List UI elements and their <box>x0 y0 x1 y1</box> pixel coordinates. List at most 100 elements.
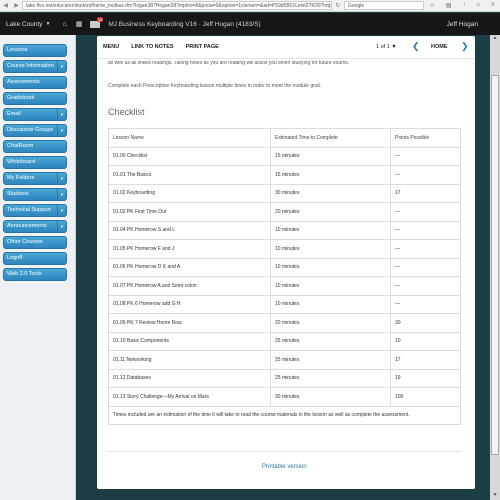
points-cell: — <box>390 220 461 240</box>
bookmark-icon[interactable]: ▤ <box>446 2 452 9</box>
points-cell: — <box>390 257 461 277</box>
link-to-notes-button[interactable]: LINK TO NOTES <box>131 44 173 50</box>
user-name[interactable]: Jeff Hogan <box>447 21 478 28</box>
back-icon[interactable]: ◀ <box>3 2 8 9</box>
printable-version-link[interactable]: Printable version <box>262 464 307 470</box>
print-page-button[interactable]: PRINT PAGE <box>186 44 219 50</box>
chevron-right-icon[interactable]: ❯ <box>461 41 469 52</box>
lesson-name: 01.02 Keyboarding <box>108 183 271 203</box>
table-row: 01.10 Basic Components 25 minutes 10 <box>108 331 461 351</box>
home-icon[interactable]: ⌂ <box>62 21 66 28</box>
sidebar-item-students[interactable]: Students ▼ <box>3 188 67 201</box>
chevron-down-icon[interactable]: ▼ <box>57 173 66 184</box>
points-cell: 19 <box>390 368 461 388</box>
sidebar-item-announcements[interactable]: Announcements ▼ <box>3 220 67 233</box>
scroll-up-icon[interactable]: ▲ <box>490 35 500 43</box>
table-row: 01.05 PK Homerow F and J 10 minutes — <box>108 239 461 259</box>
county-selector[interactable]: Lake County <box>6 21 43 28</box>
points-cell: 100 <box>390 387 461 407</box>
grid-menu-icon[interactable]: ▦ <box>76 20 83 28</box>
mail-icon[interactable]: 18 <box>90 16 104 28</box>
chevron-down-icon[interactable]: ▼ <box>57 205 66 216</box>
sidebar-item-label: Course Information <box>7 63 54 69</box>
scrollbar-thumb[interactable] <box>491 75 499 455</box>
table-row: 01.12 Databases 25 minutes 19 <box>108 368 461 388</box>
scroll-down-icon[interactable]: ▼ <box>490 492 500 500</box>
forward-icon[interactable]: ▶ <box>14 2 19 9</box>
sidebar-item-other-courses[interactable]: Other Courses <box>3 236 67 249</box>
points-cell: — <box>390 294 461 314</box>
table-row: 01.11 Networking 25 minutes 17 <box>108 350 461 370</box>
browser-search-input[interactable]: Google <box>344 1 424 10</box>
sidebar-item-label: My Folders <box>7 175 35 181</box>
sidebar-item-label: Other Courses <box>7 239 43 245</box>
time-cell: 25 minutes <box>270 368 391 388</box>
star-icon[interactable]: ☆ <box>429 2 434 9</box>
browser-tools: ☆ ▤ ↓ ⌂ ≡ <box>424 2 500 9</box>
table-row: 01.00 Checklist 15 minutes — <box>108 146 461 166</box>
sidebar-item-logoff[interactable]: Logoff <box>3 252 67 265</box>
sidebar-item-technical-support[interactable]: Technical Support ▼ <box>3 204 67 217</box>
sidebar-item-label: Lessons <box>7 47 28 53</box>
chevron-down-icon[interactable]: ▼ <box>57 221 66 232</box>
sidebar-item-chatroom[interactable]: ChatRoom <box>3 140 67 153</box>
time-cell: 10 minutes <box>270 257 391 277</box>
points-cell: — <box>390 146 461 166</box>
browser-toolbar: ◀ ▶ lake.flvs.net/educator/student/frame… <box>0 0 500 12</box>
reload-icon[interactable]: ↻ <box>332 2 344 9</box>
sidebar-item-email[interactable]: Email ▼ <box>3 108 67 121</box>
download-icon[interactable]: ↓ <box>462 2 465 9</box>
sidebar-item-discussion-groups[interactable]: Discussion Groups ▼ <box>3 124 67 137</box>
lesson-name: 01.06 PK Homerow D K and A <box>108 257 271 277</box>
table-row: 01.13 Story Challenge—My Arrival on Mars… <box>108 387 461 407</box>
time-cell: 30 minutes <box>270 183 391 203</box>
points-cell: 10 <box>390 331 461 351</box>
chevron-down-icon[interactable]: ▼ <box>57 109 66 120</box>
browser-nav: ◀ ▶ <box>0 2 22 9</box>
sidebar-item-label: Gradebook <box>7 95 35 101</box>
menu-icon[interactable]: ≡ <box>491 2 495 9</box>
sidebar-item-label: Technical Support <box>7 207 51 213</box>
chevron-down-icon[interactable]: ▼ <box>57 125 66 136</box>
chevron-down-icon[interactable]: ▼ <box>57 61 66 72</box>
time-cell: 15 minutes <box>270 165 391 185</box>
sidebar-item-label: Assessments <box>7 79 40 85</box>
sidebar-item-whiteboard[interactable]: Whiteboard <box>3 156 67 169</box>
points-cell: — <box>390 202 461 222</box>
sidebar-item-course-information[interactable]: Course Information ▼ <box>3 60 67 73</box>
address-bar[interactable]: lake.flvs.net/educator/student/frame_too… <box>22 1 332 10</box>
table-row: 01.01 The Basics 15 minutes — <box>108 165 461 185</box>
sidebar: Lessons Course Information ▼ Assessments … <box>0 35 76 500</box>
app-topbar: Lake County ▼ ⌂ ▦ 18 MJ Business Keyboar… <box>0 13 500 35</box>
checklist-heading: Checklist <box>108 107 145 117</box>
chevron-down-icon[interactable]: ▼ <box>57 189 66 200</box>
lesson-card: MENU LINK TO NOTES PRINT PAGE 1 of 1 ▼ ❮… <box>97 36 475 489</box>
sidebar-item-web-tools[interactable]: Web 2.0 Tools <box>3 268 67 281</box>
checklist-table: Lesson Name Estimated Time to Complete P… <box>108 128 461 425</box>
chevron-down-icon[interactable]: ▼ <box>46 21 51 27</box>
home-icon[interactable]: ⌂ <box>476 2 480 9</box>
table-header-row: Lesson Name Estimated Time to Complete P… <box>108 128 461 148</box>
lesson-toolbar: MENU LINK TO NOTES PRINT PAGE 1 of 1 ▼ ❮… <box>97 36 475 59</box>
points-cell: 17 <box>390 350 461 370</box>
table-row: 01.07 PK Homerow A and Semi-colon 10 minu… <box>108 276 461 296</box>
lesson-name: 01.05 PK Homerow F and J <box>108 239 271 259</box>
lesson-name: 01.11 Networking <box>108 350 271 370</box>
sidebar-item-lessons[interactable]: Lessons <box>3 44 67 57</box>
time-cell: 15 minutes <box>270 146 391 166</box>
table-row: 01.08 PK 6 Homerow add G H 10 minutes — <box>108 294 461 314</box>
sidebar-item-my-folders[interactable]: My Folders ▼ <box>3 172 67 185</box>
page-selector[interactable]: 1 of 1 ▼ <box>376 44 397 50</box>
chevron-left-icon[interactable]: ❮ <box>412 41 420 52</box>
lesson-name: 01.04 PK Homerow S and L <box>108 220 271 240</box>
home-button[interactable]: HOME <box>431 44 448 50</box>
table-row: 01.09 PK 7 Review Home Row 20 minutes 30 <box>108 313 461 333</box>
sidebar-item-gradebook[interactable]: Gradebook <box>3 92 67 105</box>
page-scrollbar[interactable]: ▲ ▼ <box>490 35 500 500</box>
lesson-name: 01.10 Basic Components <box>108 331 271 351</box>
lesson-name: 01.13 Story Challenge—My Arrival on Mars <box>108 387 271 407</box>
sidebar-item-assessments[interactable]: Assessments <box>3 76 67 89</box>
time-cell: 25 minutes <box>270 331 391 351</box>
menu-button[interactable]: MENU <box>103 44 119 50</box>
sidebar-item-label: Web 2.0 Tools <box>7 271 42 277</box>
